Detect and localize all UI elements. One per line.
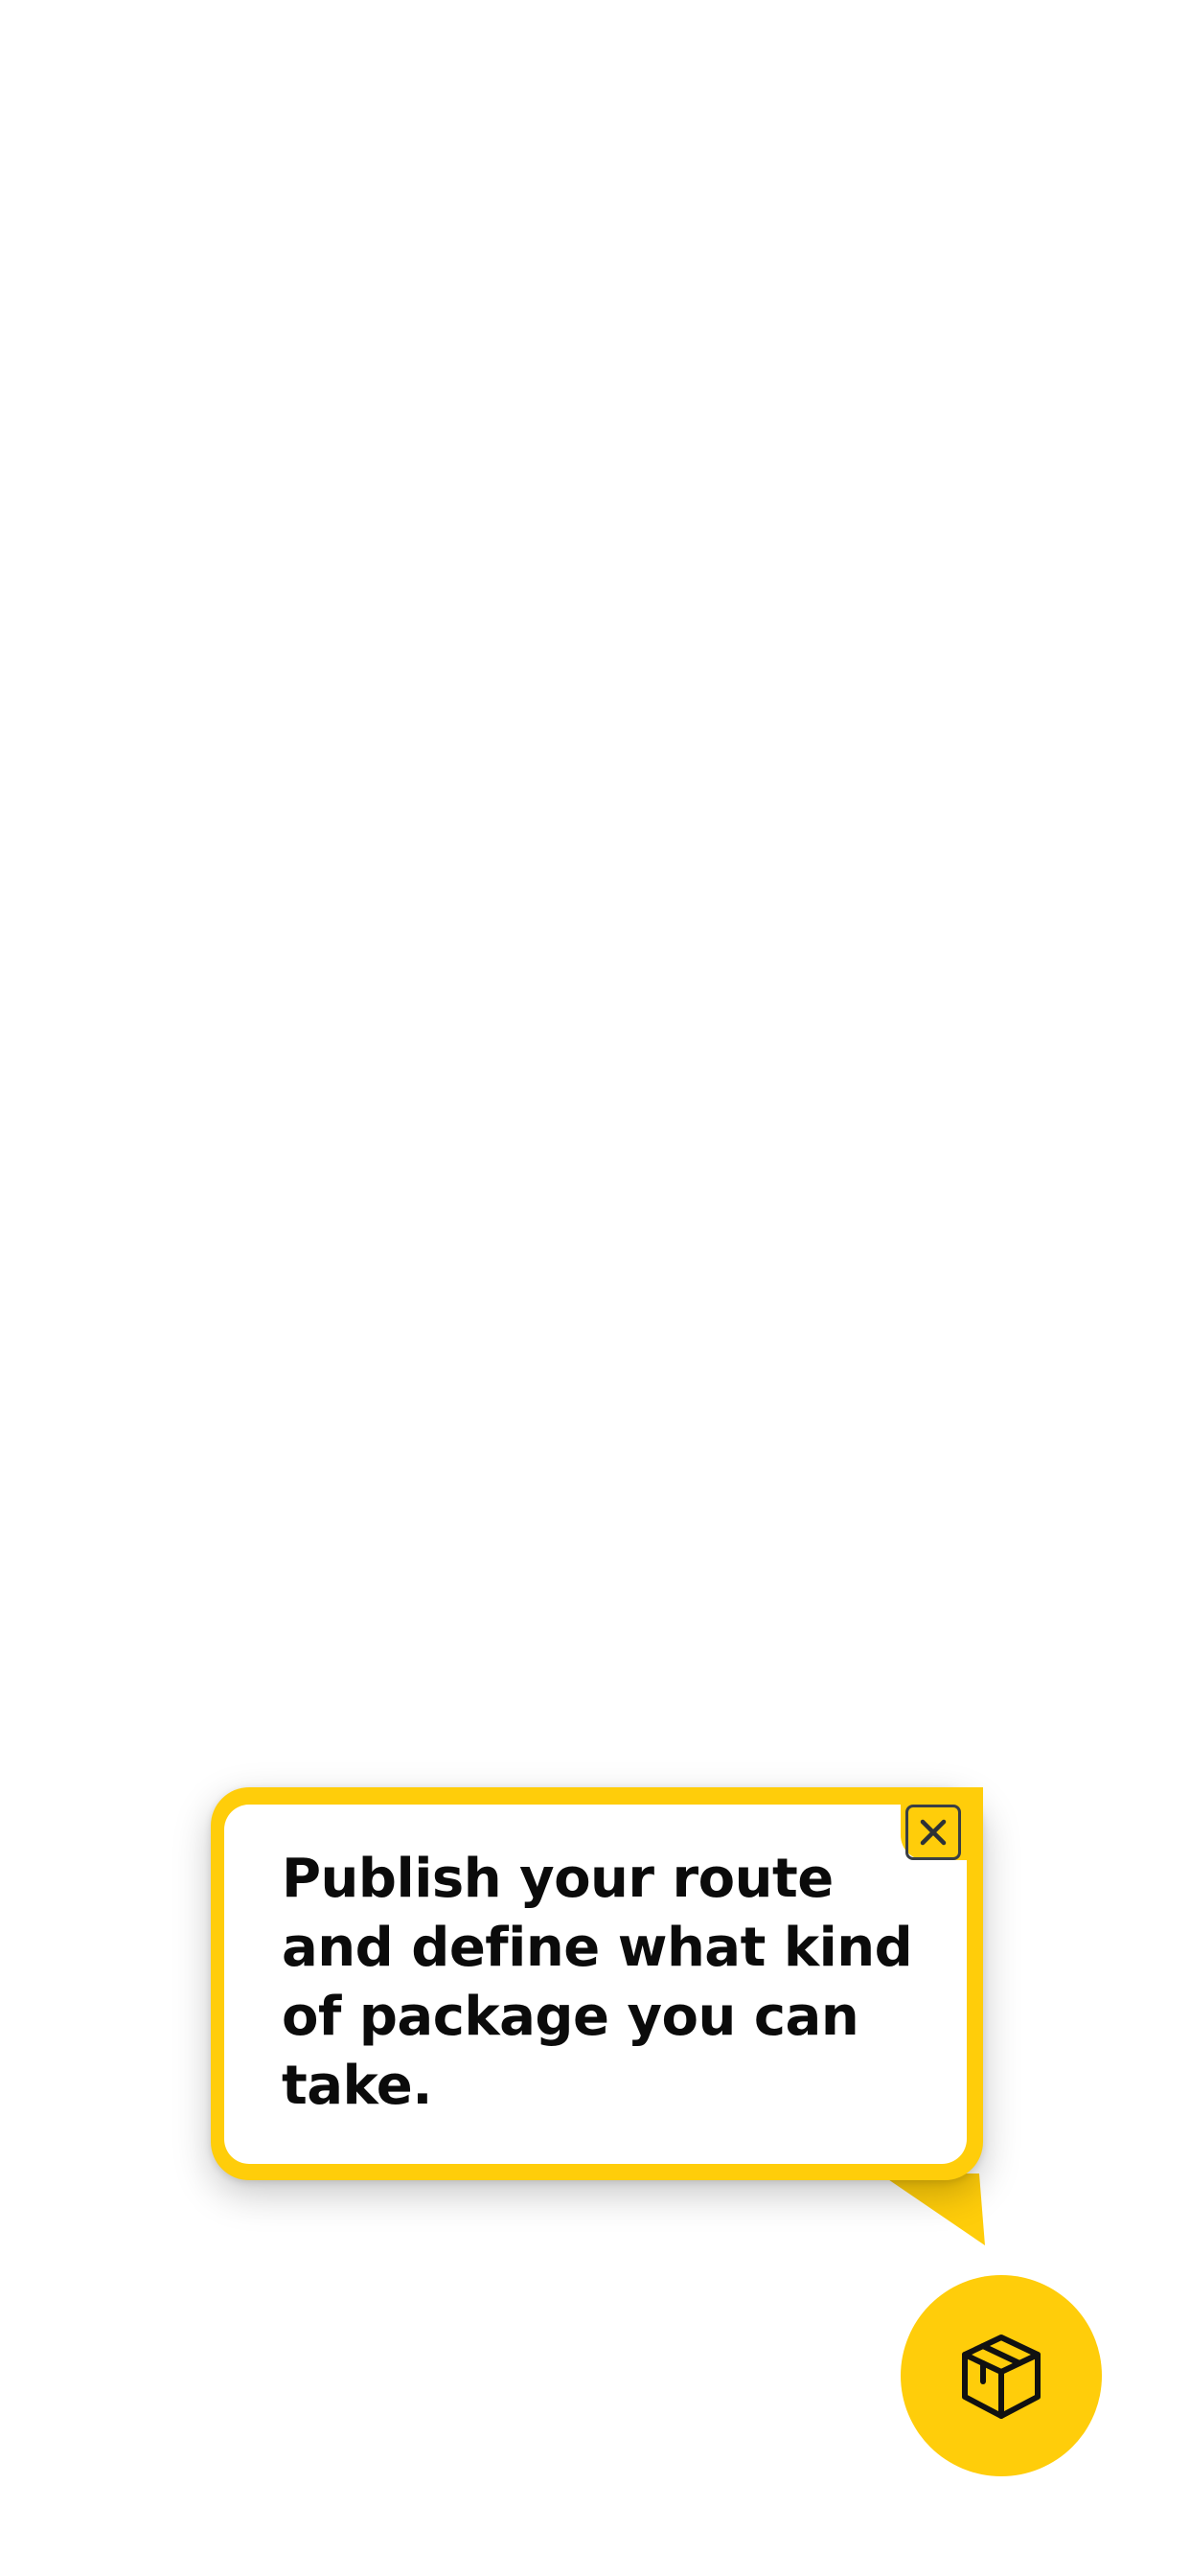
package-box-icon bbox=[962, 2334, 1041, 2419]
close-button[interactable] bbox=[905, 1805, 961, 1860]
screen-background: Publish your route and define what kind … bbox=[0, 0, 1190, 2576]
tooltip-tail bbox=[880, 2174, 985, 2245]
onboarding-tooltip: Publish your route and define what kind … bbox=[211, 1787, 983, 2180]
close-icon bbox=[920, 1819, 947, 1846]
tooltip-message: Publish your route and define what kind … bbox=[282, 1848, 913, 2117]
publish-route-fab[interactable] bbox=[901, 2275, 1102, 2476]
tooltip-content: Publish your route and define what kind … bbox=[224, 1805, 967, 2164]
